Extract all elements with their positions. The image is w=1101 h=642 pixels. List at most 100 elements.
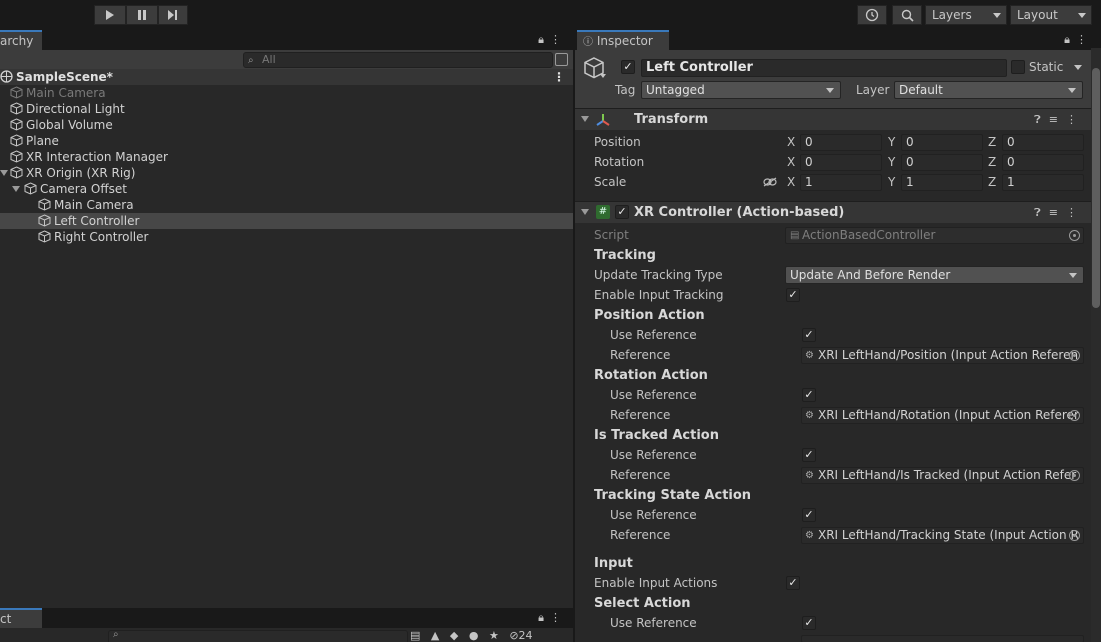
search-button[interactable] [892, 5, 922, 25]
chevron-down-icon [826, 88, 834, 93]
object-picker-icon[interactable] [1069, 530, 1080, 541]
position-use-reference-checkbox[interactable]: ✓ [802, 328, 816, 342]
tree-item[interactable]: Plane [0, 133, 573, 149]
scene-row[interactable]: SampleScene* ⋮ [0, 69, 573, 85]
tree-item[interactable]: Main Camera [0, 85, 573, 101]
chevron-down-icon [993, 13, 1001, 18]
enable-input-actions-checkbox[interactable]: ✓ [786, 576, 800, 590]
lock-icon[interactable]: 🔒︎ [538, 33, 550, 46]
scale-z-field[interactable]: 1 [1002, 174, 1084, 191]
tag-icon[interactable]: ◆ [450, 629, 458, 642]
layer-dropdown[interactable]: Default [894, 81, 1083, 99]
reference-label: Reference [610, 528, 671, 542]
scrollbar-thumb[interactable] [1092, 68, 1100, 308]
hierarchy-panel: archy 🔒︎⋮ ⌕ All SampleScene* ⋮ Main Came… [0, 30, 573, 608]
layers-dropdown[interactable]: Layers [925, 5, 1007, 25]
history-button[interactable] [857, 5, 887, 25]
fold-arrow-icon[interactable] [12, 186, 20, 192]
tree-item[interactable]: Global Volume [0, 117, 573, 133]
star-icon[interactable]: ★ [489, 629, 499, 642]
play-button[interactable] [94, 5, 126, 25]
presets-icon[interactable]: ≡ [1049, 113, 1066, 126]
tree-item[interactable]: Directional Light [0, 101, 573, 117]
tab-hierarchy[interactable]: archy [0, 30, 42, 50]
chevron-down-icon[interactable] [600, 74, 606, 78]
filter-label-icon[interactable]: ▲ [431, 629, 439, 642]
main-toolbar: Layers Layout [0, 0, 1101, 30]
hidden-count: 24 [518, 629, 533, 642]
select-use-reference-checkbox[interactable]: ✓ [802, 616, 816, 630]
xr-controller-header[interactable]: # ✓ XR Controller (Action-based) ❓︎≡⋮ [575, 201, 1091, 223]
is-tracked-reference-field[interactable]: ⚙ XRI LeftHand/Is Tracked (Input Action … [801, 467, 1084, 484]
tree-item[interactable]: XR Interaction Manager [0, 149, 573, 165]
update-tracking-type-dropdown[interactable]: Update And Before Render [785, 266, 1084, 284]
tree-item-selected[interactable]: Left Controller [0, 213, 573, 229]
scale-x-field[interactable]: 1 [800, 174, 882, 191]
rotation-reference-field[interactable]: ⚙ XRI LeftHand/Rotation (Input Action Re… [801, 407, 1084, 424]
rotation-y-field[interactable]: 0 [901, 154, 983, 171]
object-picker-icon[interactable] [1069, 470, 1080, 481]
tracking-state-use-reference-checkbox[interactable]: ✓ [802, 508, 816, 522]
help-icon[interactable]: ❓︎ [1034, 206, 1049, 219]
enable-input-tracking-checkbox[interactable]: ✓ [786, 288, 800, 302]
help-icon[interactable]: ❓︎ [1034, 113, 1049, 126]
tree-item-label: XR Interaction Manager [26, 150, 168, 164]
position-y-field[interactable]: 0 [901, 134, 983, 151]
more-icon[interactable]: ⋮ [1066, 113, 1085, 126]
object-picker-icon[interactable] [1069, 350, 1080, 361]
more-icon[interactable]: ⋮ [1066, 206, 1085, 219]
lock-icon[interactable]: 🔒︎ [538, 611, 550, 624]
transform-title: Transform [634, 112, 709, 127]
object-picker-icon[interactable] [1069, 410, 1080, 421]
rotation-use-reference-checkbox[interactable]: ✓ [802, 388, 816, 402]
presets-icon[interactable]: ≡ [1049, 206, 1066, 219]
object-name-field[interactable]: Left Controller [641, 59, 1007, 77]
tree-item-label: XR Origin (XR Rig) [26, 166, 136, 180]
filter-type-icon[interactable]: ▤ [410, 629, 420, 642]
scale-y-field[interactable]: 1 [901, 174, 983, 191]
tag-dropdown[interactable]: Untagged [641, 81, 841, 99]
is-tracked-use-reference-checkbox[interactable]: ✓ [802, 448, 816, 462]
project-toolbar-icons: ▤ ▲ ◆ ● ★ ⊘24 [410, 629, 533, 642]
rotation-x-field[interactable]: 0 [800, 154, 882, 171]
tab-project[interactable]: ct [0, 608, 42, 628]
position-z-field[interactable]: 0 [1002, 134, 1084, 151]
tree-item[interactable]: Camera Offset [0, 181, 573, 197]
component-enabled-checkbox[interactable]: ✓ [615, 205, 629, 219]
tree-item[interactable]: Main Camera [0, 197, 573, 213]
warning-icon[interactable]: ● [469, 629, 479, 642]
transform-header[interactable]: Transform ❓︎≡⋮ [575, 108, 1091, 130]
lock-icon[interactable]: 🔒︎ [1064, 33, 1076, 46]
tree-item[interactable]: XR Origin (XR Rig) [0, 165, 573, 181]
xr-controller-title: XR Controller (Action-based) [634, 205, 845, 220]
project-panel: ct 🔒︎⋮ ⌕ ▤ ▲ ◆ ● ★ ⊘24 [0, 608, 573, 642]
more-icon[interactable]: ⋮ [550, 611, 567, 624]
layout-dropdown[interactable]: Layout [1010, 5, 1092, 25]
chevron-down-icon[interactable] [1074, 65, 1082, 70]
rotation-z-field[interactable]: 0 [1002, 154, 1084, 171]
more-icon[interactable]: ⋮ [1076, 33, 1093, 46]
more-icon[interactable]: ⋮ [553, 69, 565, 85]
fold-arrow-icon[interactable] [0, 170, 8, 176]
inspector-scrollbar[interactable] [1091, 48, 1101, 642]
step-button[interactable] [158, 5, 188, 25]
select-reference-field[interactable] [801, 635, 1084, 642]
static-checkbox[interactable] [1011, 60, 1025, 74]
tree-item[interactable]: Right Controller [0, 229, 573, 245]
position-x-field[interactable]: 0 [800, 134, 882, 151]
use-reference-label: Use Reference [610, 388, 697, 402]
position-reference-field[interactable]: ⚙ XRI LeftHand/Position (Input Action Re… [801, 347, 1084, 364]
hidden-icon[interactable]: ⊘ [509, 629, 518, 642]
constrain-proportions-icon[interactable] [763, 177, 777, 187]
pause-button[interactable] [126, 5, 158, 25]
search-options-icon[interactable] [555, 53, 568, 66]
layer-value: Default [899, 83, 943, 97]
fold-arrow-icon[interactable] [581, 209, 589, 215]
hierarchy-search-input[interactable]: ⌕ All [243, 52, 553, 68]
more-icon[interactable]: ⋮ [550, 33, 567, 46]
active-checkbox[interactable]: ✓ [621, 60, 635, 74]
project-search-input[interactable]: ⌕ [108, 629, 408, 642]
tab-inspector[interactable]: ⓘ Inspector [577, 30, 669, 50]
fold-arrow-icon[interactable] [581, 116, 589, 122]
tracking-state-reference-field[interactable]: ⚙ XRI LeftHand/Tracking State (Input Act… [801, 527, 1084, 544]
